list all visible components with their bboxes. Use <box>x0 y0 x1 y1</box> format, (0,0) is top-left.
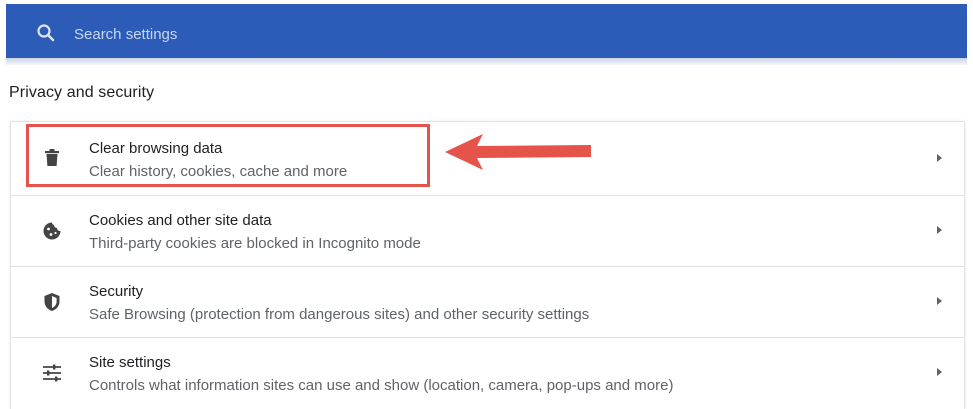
row-subtitle: Safe Browsing (protection from dangerous… <box>89 306 590 323</box>
row-title: Cookies and other site data <box>89 212 272 229</box>
chevron-right-icon <box>937 297 942 305</box>
sliders-icon <box>41 362 63 384</box>
shield-icon <box>41 291 63 313</box>
row-subtitle: Third-party cookies are blocked in Incog… <box>89 235 421 252</box>
search-input[interactable] <box>72 17 576 51</box>
settings-header <box>6 4 967 58</box>
chevron-right-icon <box>937 368 942 376</box>
privacy-settings-card: Clear browsing data Clear history, cooki… <box>10 121 965 409</box>
chevron-right-icon <box>937 154 942 162</box>
chevron-right-icon <box>937 226 942 234</box>
security-row[interactable]: Security Safe Browsing (protection from … <box>11 266 964 337</box>
cookies-row[interactable]: Cookies and other site data Third-party … <box>11 195 964 266</box>
cookie-icon <box>41 220 63 242</box>
row-title: Security <box>89 283 144 300</box>
row-subtitle: Controls what information sites can use … <box>89 377 674 394</box>
site-settings-row[interactable]: Site settings Controls what information … <box>11 337 964 408</box>
row-subtitle: Clear history, cookies, cache and more <box>89 163 348 180</box>
row-title: Clear browsing data <box>89 140 223 157</box>
section-title: Privacy and security <box>9 84 155 101</box>
row-title: Site settings <box>89 354 171 371</box>
search-icon[interactable] <box>36 23 56 43</box>
clear-browsing-data-row[interactable]: Clear browsing data Clear history, cooki… <box>11 122 964 192</box>
header-shadow <box>6 58 967 65</box>
trash-icon <box>41 147 63 169</box>
